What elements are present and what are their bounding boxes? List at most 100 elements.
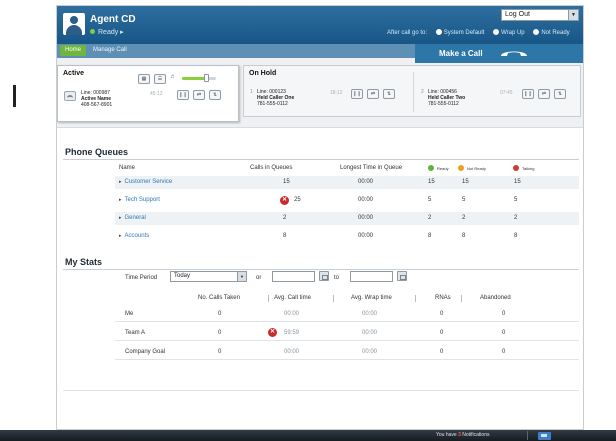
home-button[interactable]: Home — [60, 45, 86, 56]
window-edge-mark — [13, 85, 16, 107]
header-separator — [461, 295, 462, 302]
phone-queues-title: Phone Queues — [65, 147, 129, 157]
section-divider — [63, 390, 579, 391]
header-separator — [333, 295, 334, 302]
logout-select[interactable]: Log Out ▼ — [501, 9, 579, 21]
stats-header-abandoned: Abandoned — [480, 295, 511, 301]
to-label: to — [334, 275, 340, 281]
my-stats-title: My Stats — [65, 257, 103, 267]
legend-label: Not Ready — [467, 166, 486, 171]
radio-system-default[interactable] — [435, 29, 442, 35]
stats-rnas: 0 — [440, 330, 444, 336]
queue-header-longest: Longest Time in Queue — [340, 165, 403, 171]
queue-talking: 2 — [514, 215, 518, 221]
held-time: 18:12 — [330, 90, 343, 96]
queue-name-link[interactable]: General — [119, 215, 146, 221]
app-header: Agent CD Ready ▸ Log Out ▼ After call go … — [57, 6, 583, 44]
stats-abandoned: 0 — [502, 311, 506, 317]
after-call-options: After call go to: System Default Wrap Up… — [387, 29, 570, 36]
chevron-down-icon: ▼ — [237, 272, 246, 281]
held-call-info: Line: 000123 Held Caller One 781-555-011… — [257, 89, 294, 107]
not-ready-dot-icon — [458, 165, 464, 171]
active-call-panel: Active Line: 000987 Active Name 408-567-… — [57, 65, 239, 122]
make-call-label: Make a Call — [439, 49, 483, 58]
calendar-icon[interactable] — [397, 271, 407, 281]
queue-row[interactable]: Customer Service 15 00:00 15 15 15 — [115, 176, 579, 189]
agent-status[interactable]: Ready ▸ — [90, 28, 124, 36]
stats-taken: 0 — [218, 311, 222, 317]
header-separator — [415, 295, 416, 302]
hold-slot-number: 1 — [250, 89, 253, 95]
legend-label: Ready — [437, 166, 449, 171]
volume-fill — [182, 77, 206, 80]
queue-row[interactable]: Tech Support 25 00:00 5 5 5 ✕ — [115, 194, 579, 207]
notifications-link[interactable]: You have 3 Notifications — [436, 432, 489, 438]
queue-name-link[interactable]: Accounts — [119, 233, 150, 239]
after-call-option-label: System Default — [443, 30, 485, 36]
radio-wrap-up[interactable] — [493, 29, 500, 35]
resume-button[interactable]: ❙❙ — [351, 89, 363, 99]
radio-not-ready[interactable] — [533, 29, 540, 35]
tray-app-icon[interactable] — [538, 432, 551, 440]
held-time: 07:45 — [500, 90, 513, 96]
pause-button[interactable]: ❙❙ — [177, 90, 189, 100]
active-title: Active — [63, 70, 85, 77]
conference-button[interactable]: ⇅ — [209, 90, 221, 100]
queue-name-link[interactable]: Customer Service — [119, 179, 173, 185]
stats-row: Company Goal 0 00:00 00:00 0 0 — [115, 345, 579, 360]
phone-handset-icon — [501, 51, 527, 56]
alert-x-icon: ✕ — [280, 196, 289, 205]
active-time: 45:12 — [150, 91, 163, 97]
conference-button[interactable]: ⇅ — [383, 89, 395, 99]
stats-row: Me 0 00:00 00:00 0 0 — [115, 307, 579, 322]
or-label: or — [256, 275, 262, 281]
taskbar-divider — [527, 431, 528, 440]
calendar-icon[interactable] — [319, 271, 329, 281]
transfer-button[interactable]: ⇄ — [367, 89, 379, 99]
notif-prefix: You have — [436, 432, 457, 438]
queue-header-calls: Calls in Queues — [250, 165, 293, 171]
keypad-button[interactable]: ▦ — [138, 74, 150, 84]
make-call-button[interactable]: Make a Call — [415, 44, 583, 63]
queue-row[interactable]: Accounts 8 00:00 8 8 8 — [115, 230, 579, 243]
queue-ready: 5 — [428, 197, 432, 203]
volume-slider[interactable] — [182, 74, 216, 82]
stats-taken: 0 — [218, 349, 222, 355]
time-period-select[interactable]: Today ▼ — [170, 271, 247, 282]
after-call-option-label: Not Ready — [541, 30, 570, 36]
legend-talking: Talking — [513, 165, 534, 172]
manage-call-tab[interactable]: Manage Call — [93, 45, 127, 56]
speaker-icon: ♬ — [170, 74, 176, 80]
stats-avg-call: 00:00 — [284, 349, 300, 355]
resume-button[interactable]: ❙❙ — [522, 89, 534, 99]
stats-header-avg-call: Avg. Call time — [274, 295, 311, 301]
hold-slot-number: 2 — [421, 89, 424, 95]
after-call-label: After call go to: — [387, 30, 428, 36]
transfer-button[interactable]: ⇄ — [538, 89, 550, 99]
notes-button[interactable]: ☰ — [154, 74, 166, 84]
line-icon — [64, 91, 76, 101]
desktop: Agent CD Ready ▸ Log Out ▼ After call go … — [0, 0, 616, 441]
conference-button[interactable]: ⇅ — [554, 89, 566, 99]
queue-talking: 8 — [514, 233, 518, 239]
queue-calls: 15 — [283, 179, 290, 185]
queue-name-link[interactable]: Tech Support — [119, 197, 160, 203]
chevron-down-icon: ▼ — [568, 10, 578, 20]
time-period-value: Today — [174, 273, 191, 279]
end-date-input[interactable] — [350, 271, 393, 282]
start-date-input[interactable] — [272, 271, 315, 282]
stats-row-name: Company Goal — [125, 349, 166, 355]
queue-calls: 8 — [283, 233, 287, 239]
volume-handle[interactable] — [203, 74, 209, 82]
legend-label: Talking — [522, 166, 535, 171]
queue-header-name: Name — [119, 165, 136, 171]
queue-calls: 2 — [283, 215, 287, 221]
stats-avg-wrap: 00:00 — [362, 311, 378, 317]
queue-row[interactable]: General 2 00:00 2 2 2 — [115, 212, 579, 225]
agent-desktop-app: Agent CD Ready ▸ Log Out ▼ After call go … — [56, 5, 584, 430]
queue-longest: 00:00 — [358, 215, 374, 221]
transfer-button[interactable]: ⇄ — [193, 90, 205, 100]
section-divider — [63, 159, 579, 160]
agent-name: Agent CD — [90, 14, 136, 25]
held-phone: 781-555-0112 — [428, 101, 459, 107]
